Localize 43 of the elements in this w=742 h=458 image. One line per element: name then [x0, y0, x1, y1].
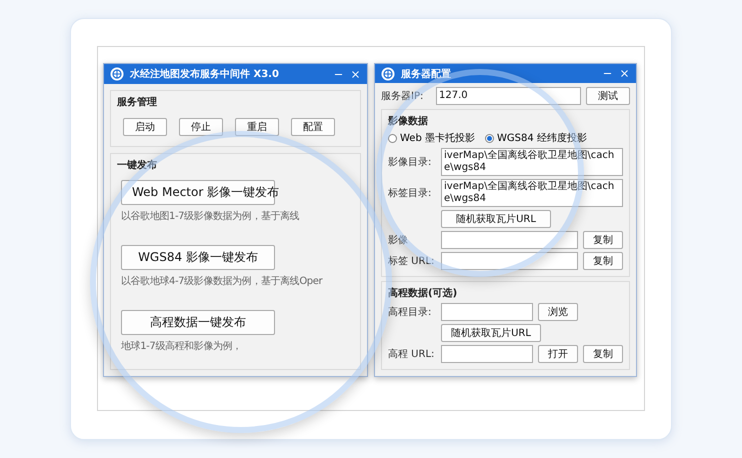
close-icon[interactable] [619, 68, 630, 79]
random-url-button[interactable]: 随机获取瓦片URL [441, 210, 551, 228]
radio-button[interactable] [484, 134, 494, 142]
service-button[interactable]: 启动 [123, 118, 167, 136]
copy-button[interactable]: 复制 [583, 231, 623, 249]
group-title: 影像数据 [388, 114, 429, 128]
server-ip-field[interactable]: 127.0 [436, 87, 581, 105]
browse-button[interactable]: 浏览 [538, 303, 578, 321]
url-action-button[interactable]: 复制 [583, 345, 623, 363]
copy-button[interactable]: 复制 [583, 252, 623, 270]
globe-logo-icon [110, 67, 124, 81]
globe-logo-icon [381, 66, 395, 80]
radio-button[interactable] [388, 134, 397, 142]
field-label: 标签目录: [388, 186, 432, 200]
group-title: 服务管理 [117, 96, 158, 109]
close-icon[interactable] [350, 68, 361, 80]
field-label: 高程 URL: [388, 348, 436, 361]
directory-field[interactable]: iverMap\全国离线谷歌卫星地图\cache\wgs84 [441, 148, 623, 176]
publish-description: 以谷歌地图1-7级影像数据为例，基于离线 [121, 210, 300, 223]
elevation-directory-field[interactable] [441, 303, 533, 321]
field-label: 服务器IP: [381, 90, 424, 103]
radio-label: WGS84 经纬度投影 [496, 132, 587, 145]
field-label: 高程目录: [388, 306, 432, 319]
service-button[interactable]: 配置 [291, 118, 335, 136]
window-title: 服务器配置 [401, 68, 452, 80]
publish-description: 以谷歌地球4-7级影像数据为例，基于离线Oper [121, 274, 324, 288]
publish-description: 地球1-7级高程和影像为例， [121, 340, 243, 353]
field-label: 影像 [388, 234, 409, 247]
group-title: 一键发布 [117, 158, 158, 172]
publish-button[interactable]: 高程数据一键发布 [121, 310, 275, 335]
directory-field[interactable]: iverMap\全国离线谷歌卫星地图\cache\wgs84 [441, 179, 623, 207]
url-field[interactable] [441, 231, 578, 249]
elevation-url-field[interactable] [441, 345, 533, 363]
field-label: 标签 URL: [388, 254, 436, 268]
group-title: 高程数据(可选) [388, 286, 458, 300]
field-label: 影像目录: [388, 156, 432, 169]
test-button[interactable]: 测试 [586, 87, 630, 105]
window-title: 水经注地图发布服务中间件 X3.0 [130, 67, 280, 81]
radio-label: Web 墨卡托投影 [400, 132, 475, 145]
url-action-button[interactable]: 打开 [538, 345, 578, 363]
random-url-button[interactable]: 随机获取瓦片URL [441, 324, 541, 342]
service-button[interactable]: 停止 [179, 118, 223, 136]
publish-button[interactable]: WGS84 影像一键发布 [121, 245, 275, 270]
